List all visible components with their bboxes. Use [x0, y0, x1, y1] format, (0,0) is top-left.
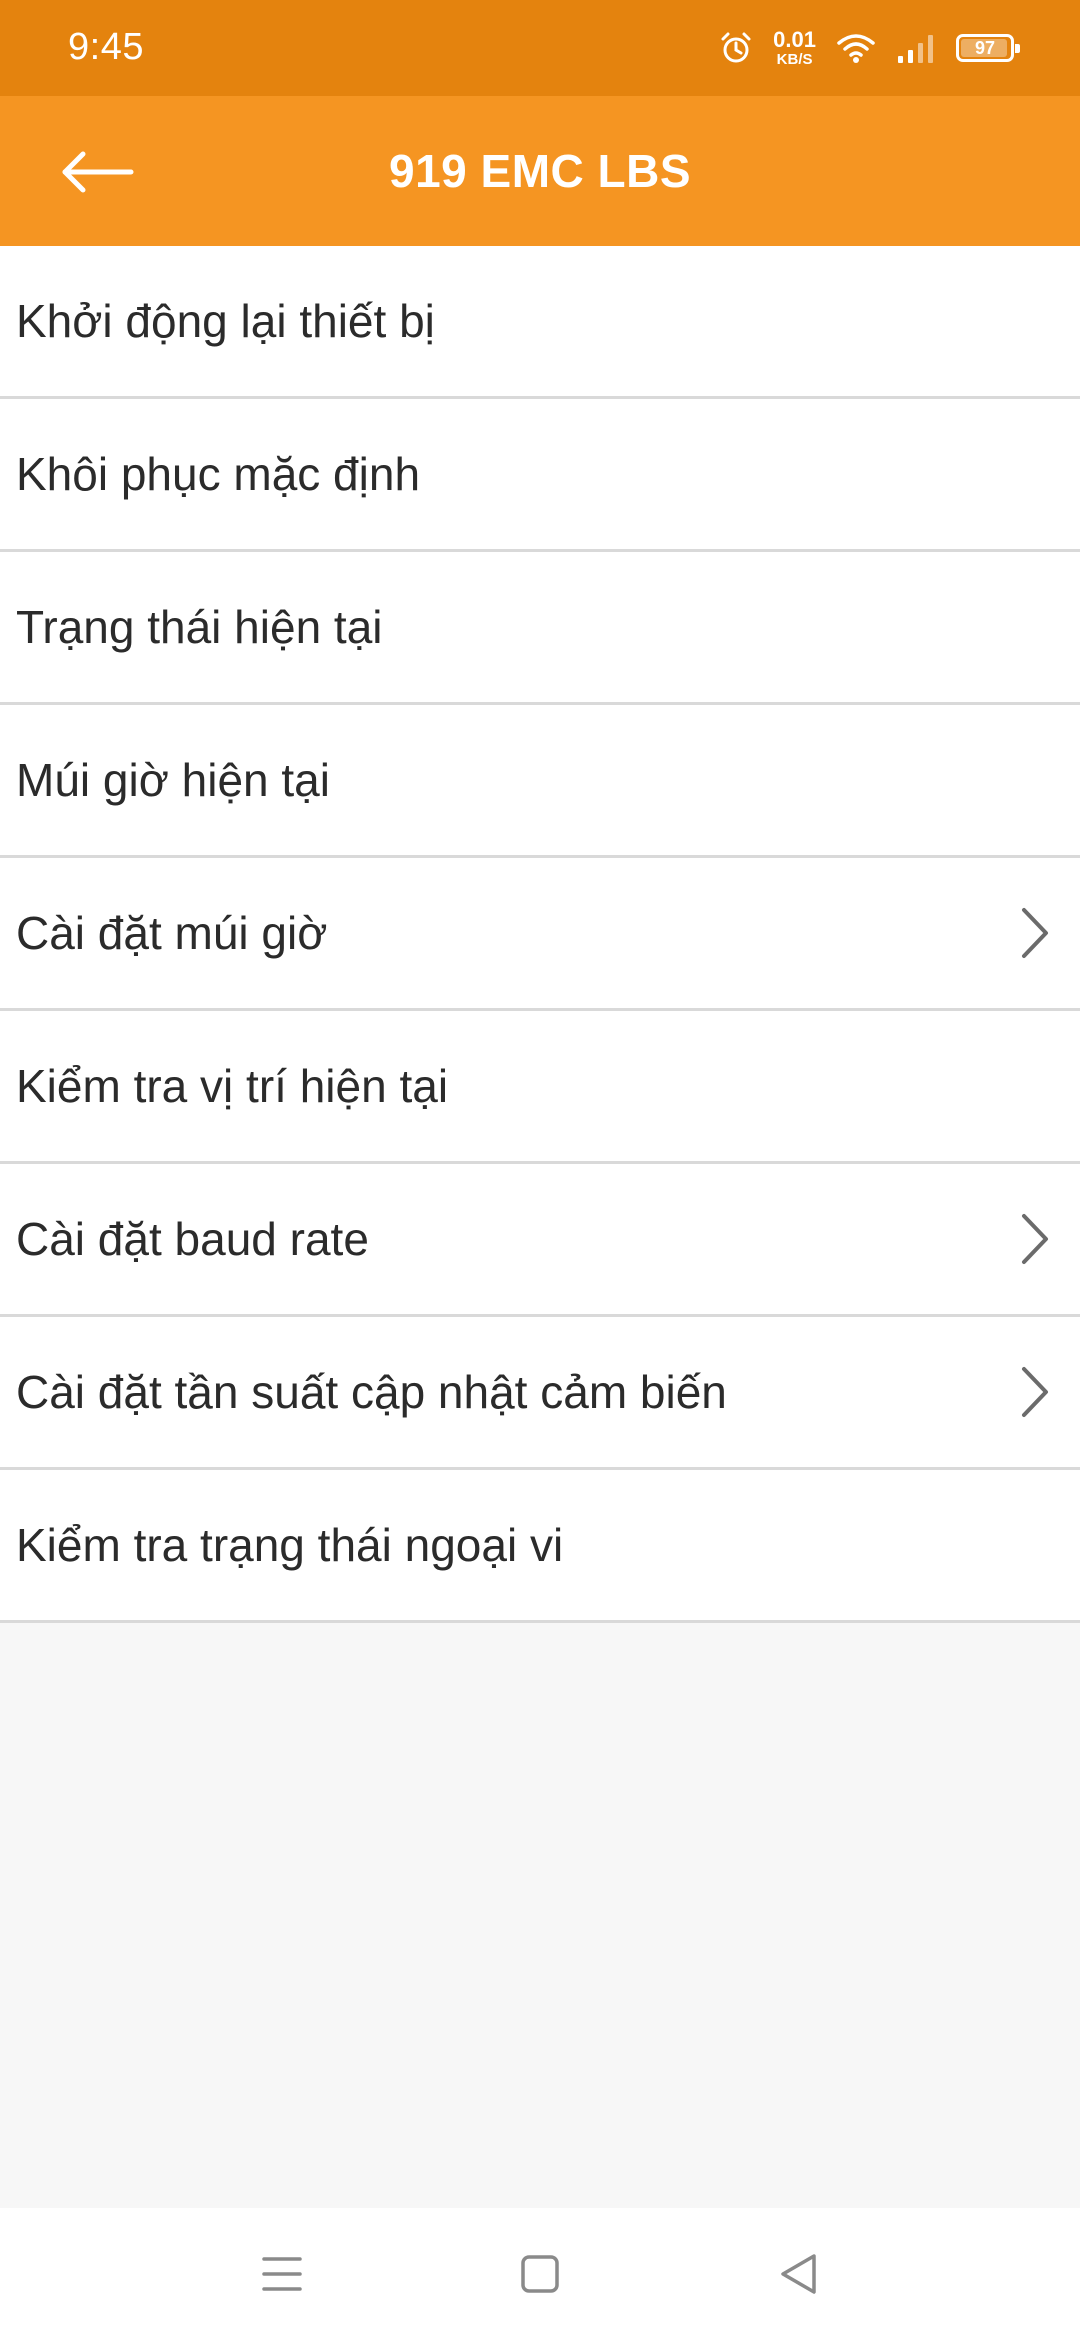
alarm-icon	[721, 32, 751, 63]
net-speed-value: 0.01	[773, 27, 816, 52]
list-item-baud-rate-settings[interactable]: Cài đặt baud rate	[0, 1164, 1080, 1317]
status-icons: 0.01 KB/S 97	[719, 24, 1020, 72]
recent-apps-button[interactable]	[250, 2242, 314, 2306]
list-item-label: Múi giờ hiện tại	[16, 754, 330, 806]
status-bar: 9:45 0.01 KB/S 97	[0, 0, 1080, 96]
list-item-label: Khởi động lại thiết bị	[16, 295, 435, 347]
list-item-label: Cài đặt baud rate	[16, 1213, 369, 1265]
net-speed-unit: KB/S	[776, 51, 813, 68]
list-item-check-peripheral-status[interactable]: Kiểm tra trạng thái ngoại vi	[0, 1470, 1080, 1623]
list-item-label: Kiểm tra trạng thái ngoại vi	[16, 1519, 564, 1571]
list-item-timezone-settings[interactable]: Cài đặt múi giờ	[0, 858, 1080, 1011]
home-icon	[521, 2255, 559, 2293]
list-item-label: Kiểm tra vị trí hiện tại	[16, 1060, 449, 1112]
list-item-restart-device[interactable]: Khởi động lại thiết bị	[0, 246, 1080, 399]
list-item-factory-reset[interactable]: Khôi phục mặc định	[0, 399, 1080, 552]
net-speed: 0.01 KB/S	[773, 27, 816, 68]
list-item-label: Cài đặt múi giờ	[16, 907, 328, 959]
status-time: 9:45	[68, 26, 144, 68]
list-item-current-timezone[interactable]: Múi giờ hiện tại	[0, 705, 1080, 858]
battery-percent: 97	[974, 37, 996, 58]
list-item-label: Trạng thái hiện tại	[16, 601, 383, 653]
menu-icon	[262, 2257, 302, 2291]
battery-icon: 97	[956, 34, 1020, 62]
app-bar: 919 EMC LBS	[0, 96, 1080, 246]
screen: 9:45 0.01 KB/S 97 919 EMC LBS Khởi động …	[0, 0, 1080, 2340]
list-item-check-location[interactable]: Kiểm tra vị trí hiện tại	[0, 1011, 1080, 1164]
home-button[interactable]	[508, 2242, 572, 2306]
wifi-icon	[837, 34, 875, 63]
system-nav-bar	[0, 2208, 1080, 2340]
list-item-sensor-update-frequency[interactable]: Cài đặt tần suất cập nhật cảm biến	[0, 1317, 1080, 1470]
page-title: 919 EMC LBS	[388, 145, 692, 197]
system-back-button[interactable]	[766, 2242, 830, 2306]
chevron-right-icon	[1022, 1214, 1048, 1264]
settings-list: Khởi động lại thiết bị Khôi phục mặc địn…	[0, 246, 1080, 1623]
chevron-right-icon	[1022, 1367, 1048, 1417]
list-item-label: Khôi phục mặc định	[16, 448, 421, 500]
signal-icon	[898, 35, 933, 63]
list-item-label: Cài đặt tần suất cập nhật cảm biến	[16, 1366, 727, 1418]
chevron-right-icon	[1022, 908, 1048, 958]
back-triangle-icon	[781, 2254, 816, 2294]
list-item-current-status[interactable]: Trạng thái hiện tại	[0, 552, 1080, 705]
